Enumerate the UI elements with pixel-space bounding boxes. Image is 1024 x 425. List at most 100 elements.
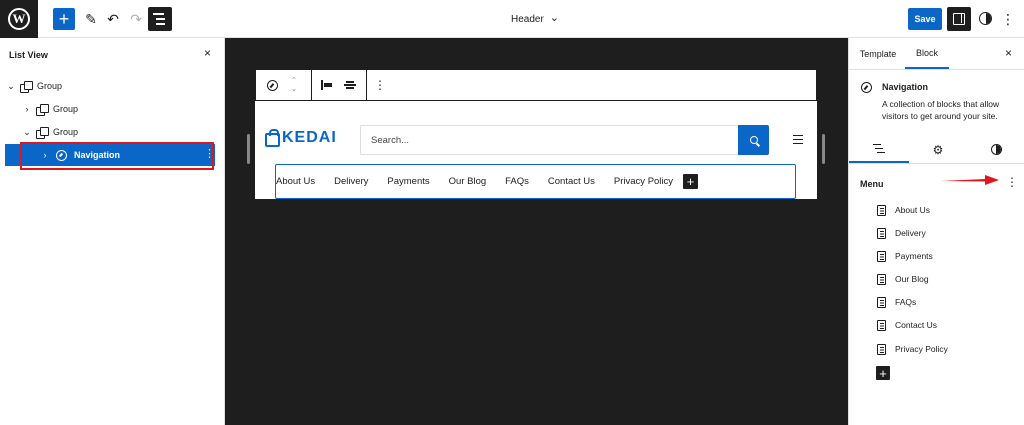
list-item-label: Group [37, 81, 63, 91]
list-view-title: List View [9, 50, 48, 60]
block-type-button[interactable] [261, 70, 283, 100]
add-nav-item-button[interactable]: + [683, 174, 699, 189]
menu-item[interactable]: Delivery [877, 225, 926, 241]
search-input[interactable]: Search... [360, 125, 739, 155]
site-logo[interactable]: KEDAI [265, 128, 337, 147]
sidebar-icon [953, 13, 965, 25]
nav-link-payments[interactable]: Payments [387, 176, 429, 187]
top-toolbar: W + ✎ ↶ ↷ Header ⌄ Save ⋮ [0, 0, 1024, 38]
group-block-icon [20, 80, 33, 93]
divider [849, 69, 1024, 70]
menu-item-label: Contact Us [895, 320, 938, 330]
template-preview-frame: ⌃ ⌄ ⋮ KEDAI Search... About Us Delivery … [255, 69, 817, 199]
vertical-align-button[interactable] [339, 70, 361, 100]
block-toolbar: ⌃ ⌄ ⋮ [255, 69, 817, 101]
block-description: A collection of blocks that allow visito… [882, 99, 1000, 121]
list-view-toggle-button[interactable] [148, 7, 172, 31]
settings-sidebar: Template Block × Navigation A collection… [848, 38, 1024, 425]
settings-panel-toggle-button[interactable] [947, 7, 971, 31]
wordpress-icon: W [8, 8, 30, 30]
chevron-right-icon[interactable]: › [22, 104, 32, 114]
chevron-down-icon[interactable]: ⌄ [22, 127, 32, 138]
chevron-up-icon[interactable]: ⌃ [291, 76, 297, 85]
canvas-resize-handle-left[interactable] [247, 134, 250, 164]
tab-list-view[interactable] [849, 136, 909, 163]
contrast-icon [990, 144, 1002, 155]
chevron-down-icon[interactable]: ⌄ [6, 81, 16, 92]
list-item-label: Group [53, 104, 79, 114]
page-icon [877, 296, 886, 308]
page-icon [877, 204, 886, 216]
list-item-group[interactable]: ⌄ Group [0, 121, 215, 143]
list-view-panel: List View × ⌄ Group › Group ⌄ Group › Na… [0, 38, 225, 425]
edit-tools-button[interactable]: ✎ [82, 8, 100, 30]
redo-button[interactable]: ↷ [127, 8, 145, 30]
shopping-bag-icon [265, 128, 280, 147]
menu-item-label: Payments [895, 251, 933, 261]
nav-link-faqs[interactable]: FAQs [505, 176, 529, 187]
gear-icon: ⚙ [932, 142, 944, 157]
page-icon [877, 250, 886, 262]
tab-template[interactable]: Template [855, 38, 901, 69]
menu-item[interactable]: Payments [877, 248, 933, 264]
menu-item-label: About Us [895, 205, 930, 215]
sidebar-close-button[interactable]: × [1005, 46, 1012, 60]
group-block-icon [36, 103, 49, 116]
menu-item[interactable]: Contact Us [877, 317, 937, 333]
wordpress-logo-button[interactable]: W [0, 0, 38, 38]
add-block-button[interactable]: + [53, 8, 75, 30]
document-title-dropdown[interactable]: Header ⌄ [480, 0, 590, 38]
nav-link-privacy-policy[interactable]: Privacy Policy [614, 176, 673, 187]
save-button[interactable]: Save [908, 8, 942, 30]
tab-styles[interactable] [967, 136, 1024, 163]
block-options-button[interactable]: ⋮ [370, 70, 390, 100]
hamburger-menu-icon[interactable] [793, 135, 803, 145]
navigation-compass-icon [266, 79, 278, 91]
move-block-arrows[interactable]: ⌃ ⌄ [286, 70, 302, 100]
highlight-annotation-box [20, 142, 214, 170]
tab-block[interactable]: Block [905, 38, 949, 69]
chevron-down-icon[interactable]: ⌄ [291, 85, 297, 94]
page-icon [877, 227, 886, 239]
page-icon [877, 273, 886, 285]
red-arrow-annotation [941, 175, 999, 185]
search-placeholder: Search... [371, 134, 410, 146]
site-header-block: KEDAI Search... About Us Delivery Paymen… [255, 101, 817, 199]
menu-item-label: FAQs [895, 297, 917, 307]
nav-link-about-us[interactable]: About Us [276, 176, 315, 187]
menu-section-title: Menu [860, 179, 884, 189]
justify-left-button[interactable] [316, 70, 338, 100]
tab-settings[interactable]: ⚙ [909, 136, 967, 163]
navigation-block[interactable]: About Us Delivery Payments Our Blog FAQs… [275, 164, 796, 199]
align-center-icon [344, 80, 356, 90]
list-icon [873, 144, 885, 154]
toolbar-divider [311, 70, 312, 100]
list-item-group[interactable]: ⌄ Group [0, 75, 215, 97]
menu-options-button[interactable]: ⋮ [1006, 175, 1018, 191]
nav-link-delivery[interactable]: Delivery [334, 176, 368, 187]
chevron-down-icon: ⌄ [549, 11, 560, 24]
block-name: Navigation [882, 82, 929, 92]
list-view-close-button[interactable]: × [204, 46, 211, 60]
toolbar-divider [366, 70, 367, 100]
menu-item-label: Our Blog [895, 274, 929, 284]
document-title: Header [510, 13, 544, 25]
menu-item[interactable]: Privacy Policy [877, 341, 948, 357]
search-icon [749, 136, 758, 144]
menu-item-label: Privacy Policy [895, 344, 948, 354]
list-item-label: Group [53, 127, 79, 137]
nav-link-our-blog[interactable]: Our Blog [449, 176, 487, 187]
list-item-group[interactable]: › Group [0, 98, 215, 120]
group-block-icon [36, 126, 49, 139]
menu-item[interactable]: Our Blog [877, 271, 929, 287]
nav-link-contact-us[interactable]: Contact Us [548, 176, 595, 187]
site-logo-text: KEDAI [282, 129, 337, 146]
add-menu-item-button[interactable]: + [876, 366, 890, 381]
menu-item[interactable]: FAQs [877, 294, 916, 310]
undo-button[interactable]: ↶ [104, 8, 122, 30]
canvas-resize-handle-right[interactable] [822, 134, 825, 164]
search-button[interactable] [738, 125, 769, 155]
menu-item[interactable]: About Us [877, 202, 930, 218]
options-more-button[interactable]: ⋮ [1001, 9, 1015, 29]
styles-contrast-button[interactable] [979, 12, 992, 25]
